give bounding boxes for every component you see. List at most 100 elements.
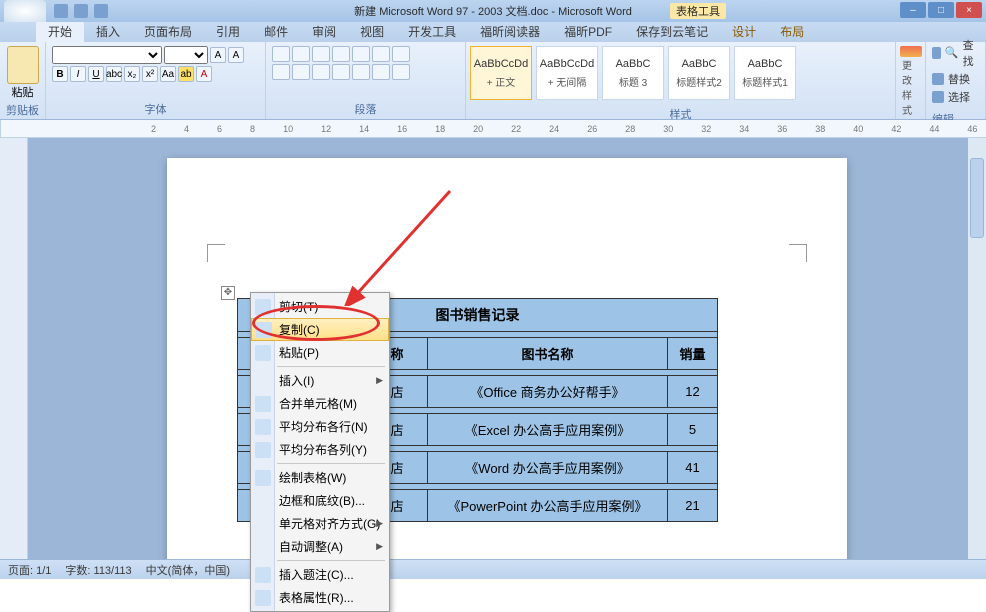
maximize-button[interactable]: □: [928, 2, 954, 18]
document-area[interactable]: ✥ 图书销售记录 期 书店名称 图书名称 销量 1月2日鼎盛书店《Office …: [28, 138, 986, 559]
find-button[interactable]: 🔍 查找: [932, 37, 979, 69]
ctx-paste[interactable]: 粘贴(P): [251, 341, 389, 364]
numbering-button[interactable]: [292, 46, 310, 62]
merge-icon: [255, 396, 271, 412]
text-effects-button[interactable]: Aa: [160, 66, 176, 82]
show-marks-button[interactable]: [392, 46, 410, 62]
style-gallery-item[interactable]: AaBbCcDd+ 无间隔: [536, 46, 598, 100]
tab-insert[interactable]: 插入: [84, 21, 132, 42]
tab-foxit-pdf[interactable]: 福昕PDF: [552, 21, 624, 42]
qat-undo-icon[interactable]: [74, 4, 88, 18]
tab-table-layout[interactable]: 布局: [768, 21, 816, 42]
ctx-copy[interactable]: 复制(C): [251, 318, 389, 341]
sort-button[interactable]: [372, 46, 390, 62]
paste-icon[interactable]: [7, 46, 39, 84]
office-button[interactable]: [4, 0, 46, 22]
bold-button[interactable]: B: [52, 66, 68, 82]
tab-developer[interactable]: 开发工具: [396, 21, 468, 42]
table-props-icon: [255, 590, 271, 606]
table-move-handle[interactable]: ✥: [221, 286, 235, 300]
group-label-clipboard: 剪贴板: [6, 100, 39, 118]
margin-mark-tl: [207, 244, 225, 262]
group-clipboard: 粘贴 剪贴板: [0, 42, 46, 119]
increase-indent-button[interactable]: [352, 46, 370, 62]
qat-redo-icon[interactable]: [94, 4, 108, 18]
paste-icon: [255, 345, 271, 361]
status-bar: 页面: 1/1 字数: 113/113 中文(简体，中国): [0, 559, 986, 579]
ctx-distribute-rows[interactable]: 平均分布各行(N): [251, 415, 389, 438]
cut-icon: [255, 299, 271, 315]
minimize-button[interactable]: –: [900, 2, 926, 18]
close-button[interactable]: ×: [956, 2, 982, 18]
font-color-button[interactable]: A: [196, 66, 212, 82]
status-language[interactable]: 中文(简体，中国): [146, 562, 230, 578]
ctx-distribute-cols[interactable]: 平均分布各列(Y): [251, 438, 389, 461]
ruler-vertical[interactable]: [0, 138, 28, 559]
group-font: A A B I U abc x₂ x² Aa ab A 字体: [46, 42, 266, 119]
col-qty[interactable]: 销量: [668, 338, 718, 370]
style-gallery-item[interactable]: AaBbCcDd+ 正文: [470, 46, 532, 100]
borders-button[interactable]: [392, 64, 410, 80]
ctx-table-properties[interactable]: 表格属性(R)...: [251, 586, 389, 609]
decrease-indent-button[interactable]: [332, 46, 350, 62]
tab-view[interactable]: 视图: [348, 21, 396, 42]
tab-foxit-reader[interactable]: 福昕阅读器: [468, 21, 552, 42]
ctx-merge-cells[interactable]: 合并单元格(M): [251, 392, 389, 415]
window-title: 新建 Microsoft Word 97 - 2003 文档.doc - Mic…: [354, 3, 632, 19]
line-spacing-button[interactable]: [352, 64, 370, 80]
align-right-button[interactable]: [312, 64, 330, 80]
font-name-select[interactable]: [52, 46, 162, 64]
highlight-button[interactable]: ab: [178, 66, 194, 82]
col-book[interactable]: 图书名称: [428, 338, 668, 370]
group-label-paragraph: 段落: [272, 99, 459, 117]
status-page[interactable]: 页面: 1/1: [8, 562, 51, 578]
style-gallery-item[interactable]: AaBbC标题样式1: [734, 46, 796, 100]
select-button[interactable]: 选择: [932, 89, 979, 105]
italic-button[interactable]: I: [70, 66, 86, 82]
tab-table-design[interactable]: 设计: [720, 21, 768, 42]
group-paragraph: 段落: [266, 42, 466, 119]
superscript-button[interactable]: x²: [142, 66, 158, 82]
font-size-select[interactable]: [164, 46, 208, 64]
style-gallery-item[interactable]: AaBbC标题样式2: [668, 46, 730, 100]
tab-home[interactable]: 开始: [36, 21, 84, 42]
tab-review[interactable]: 审阅: [300, 21, 348, 42]
align-left-button[interactable]: [272, 64, 290, 80]
underline-button[interactable]: U: [88, 66, 104, 82]
ctx-cut[interactable]: 剪切(T): [251, 295, 389, 318]
ctx-insert-caption[interactable]: 插入题注(C)...: [251, 563, 389, 586]
strike-button[interactable]: abc: [106, 66, 122, 82]
justify-button[interactable]: [332, 64, 350, 80]
ctx-cell-alignment[interactable]: 单元格对齐方式(G)▶: [251, 512, 389, 535]
align-center-button[interactable]: [292, 64, 310, 80]
replace-icon: [932, 73, 944, 85]
ctx-borders-shading[interactable]: 边框和底纹(B)...: [251, 489, 389, 512]
qat-save-icon[interactable]: [54, 4, 68, 18]
status-words[interactable]: 字数: 113/113: [65, 562, 131, 578]
group-styles: AaBbCcDd+ 正文AaBbCcDd+ 无间隔AaBbC标题 3AaBbC标…: [466, 42, 896, 119]
change-styles-icon: [900, 46, 922, 57]
multilevel-button[interactable]: [312, 46, 330, 62]
paste-label[interactable]: 粘贴: [6, 84, 39, 100]
dist-cols-icon: [255, 442, 271, 458]
shading-button[interactable]: [372, 64, 390, 80]
subscript-button[interactable]: x₂: [124, 66, 140, 82]
scrollbar-vertical[interactable]: [968, 138, 986, 559]
tab-mailings[interactable]: 邮件: [252, 21, 300, 42]
tab-references[interactable]: 引用: [204, 21, 252, 42]
ruler-horizontal[interactable]: 2468101214161820222426283032343638404244…: [1, 120, 986, 137]
ctx-autofit[interactable]: 自动调整(A)▶: [251, 535, 389, 558]
shrink-font-icon[interactable]: A: [228, 47, 244, 63]
tab-save-cloud[interactable]: 保存到云笔记: [624, 21, 720, 42]
bullets-button[interactable]: [272, 46, 290, 62]
ctx-insert[interactable]: 插入(I)▶: [251, 369, 389, 392]
replace-button[interactable]: 替换: [932, 71, 979, 87]
select-icon: [932, 91, 944, 103]
scrollbar-thumb[interactable]: [970, 158, 984, 238]
tab-page-layout[interactable]: 页面布局: [132, 21, 204, 42]
style-gallery-item[interactable]: AaBbC标题 3: [602, 46, 664, 100]
change-styles-button[interactable]: 更改样式: [896, 42, 926, 119]
grow-font-icon[interactable]: A: [210, 47, 226, 63]
ribbon: 粘贴 剪贴板 A A B I U abc x₂ x² Aa ab A 字体: [0, 42, 986, 120]
ctx-draw-table[interactable]: 绘制表格(W): [251, 466, 389, 489]
